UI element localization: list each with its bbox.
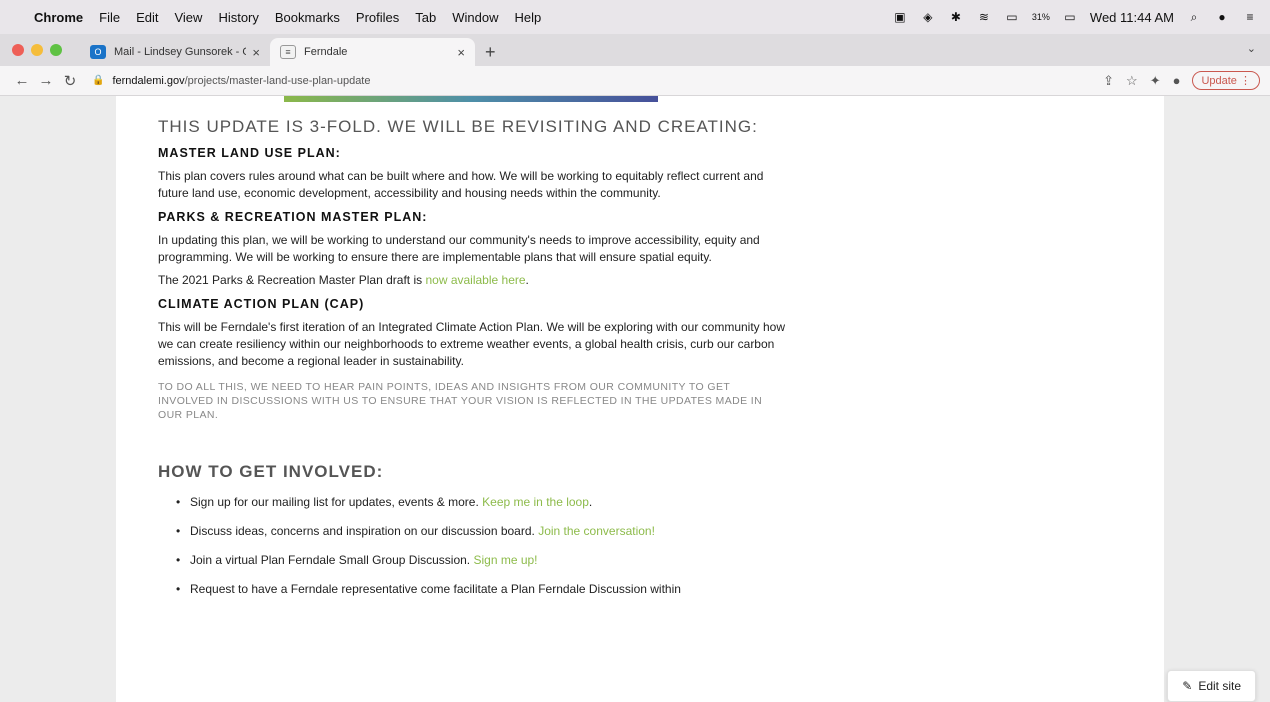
browser-toolbar: ← → ↻ 🔒 ferndalemi.gov /projects/master-…: [0, 66, 1270, 96]
edit-site-label: Edit site: [1198, 679, 1241, 693]
menu-tab[interactable]: Tab: [415, 10, 436, 25]
clock[interactable]: Wed 11:44 AM: [1090, 10, 1174, 25]
pencil-icon: ✎: [1182, 679, 1193, 693]
small-group-link[interactable]: Sign me up!: [473, 553, 537, 567]
gradient-banner: [284, 96, 658, 102]
list-item-text: Sign up for our mailing list for updates…: [190, 495, 483, 509]
reload-button[interactable]: ↻: [58, 72, 82, 90]
bookmark-star-icon[interactable]: ☆: [1126, 73, 1138, 89]
minimize-window-button[interactable]: [31, 44, 43, 56]
menu-profiles[interactable]: Profiles: [356, 10, 399, 25]
parks-draft-end: .: [525, 273, 529, 287]
zoom-window-button[interactable]: [50, 44, 62, 56]
list-item: Sign up for our mailing list for updates…: [176, 494, 788, 511]
update-button[interactable]: Update ⋮: [1192, 71, 1260, 90]
app-status-icon[interactable]: ▣: [892, 10, 908, 24]
menu-help[interactable]: Help: [515, 10, 542, 25]
tab-title: Mail - Lindsey Gunsorek - Outl: [114, 46, 246, 58]
airplay-icon[interactable]: ▭: [1004, 10, 1020, 24]
profile-icon[interactable]: ●: [1173, 73, 1181, 88]
siri-icon[interactable]: ●: [1214, 10, 1230, 24]
extensions-icon[interactable]: ✦: [1150, 73, 1161, 89]
list-item-end: .: [588, 495, 593, 509]
list-item: Join a virtual Plan Ferndale Small Group…: [176, 552, 788, 569]
tab-strip: O Mail - Lindsey Gunsorek - Outl × ≡ Fer…: [0, 34, 1270, 66]
close-tab-icon[interactable]: ×: [252, 45, 260, 60]
tab-title: Ferndale: [304, 46, 348, 58]
toolbar-actions: ⇪ ☆ ✦ ● Update ⋮: [1103, 71, 1260, 90]
wifi-icon[interactable]: ≋: [976, 10, 992, 24]
list-item-text: Request to have a Ferndale representativ…: [190, 582, 681, 596]
discussion-board-link[interactable]: Join the conversation!: [538, 524, 655, 538]
community-callout: TO DO ALL THIS, WE NEED TO HEAR PAIN POI…: [158, 381, 763, 421]
menu-view[interactable]: View: [174, 10, 202, 25]
bluetooth-icon[interactable]: ✱: [948, 10, 964, 24]
parks-plan-text: In updating this plan, we will be workin…: [158, 233, 760, 264]
menu-edit[interactable]: Edit: [136, 10, 158, 25]
url-host: ferndalemi.gov: [112, 74, 185, 87]
new-tab-button[interactable]: +: [475, 38, 506, 66]
wheel-icon[interactable]: ◈: [920, 10, 936, 24]
status-area: ▣ ◈ ✱ ≋ ▭ 31% ▭ Wed 11:44 AM ⌕ ● ≡: [892, 10, 1258, 25]
control-center-icon[interactable]: ≡: [1242, 10, 1258, 24]
parks-plan-title: PARKS & RECREATION MASTER PLAN:: [158, 210, 428, 224]
page-viewport[interactable]: THIS UPDATE IS 3-FOLD. WE WILL BE REVISI…: [0, 96, 1270, 702]
get-involved-heading: HOW TO GET INVOLVED:: [158, 462, 384, 481]
back-button[interactable]: ←: [10, 72, 34, 89]
menu-file[interactable]: File: [99, 10, 120, 25]
close-window-button[interactable]: [12, 44, 24, 56]
land-use-plan-title: MASTER LAND USE PLAN:: [158, 146, 341, 160]
list-item-text: Discuss ideas, concerns and inspiration …: [190, 524, 539, 538]
address-bar[interactable]: 🔒 ferndalemi.gov /projects/master-land-u…: [92, 75, 1093, 87]
edit-site-button[interactable]: ✎ Edit site: [1167, 670, 1256, 702]
battery-icon[interactable]: ▭: [1062, 10, 1078, 24]
menu-bookmarks[interactable]: Bookmarks: [275, 10, 340, 25]
window-controls: [12, 34, 62, 66]
lock-icon[interactable]: 🔒: [92, 75, 104, 86]
menu-window[interactable]: Window: [452, 10, 498, 25]
share-icon[interactable]: ⇪: [1103, 73, 1114, 89]
outlook-icon: O: [90, 45, 106, 59]
ferndale-favicon-icon: ≡: [280, 45, 296, 59]
tab-search-chevron-icon[interactable]: ⌄: [1247, 42, 1256, 55]
close-tab-icon[interactable]: ×: [457, 45, 465, 60]
forward-button[interactable]: →: [34, 72, 58, 89]
parks-draft-text: The 2021 Parks & Recreation Master Plan …: [158, 273, 426, 287]
parks-draft-line: The 2021 Parks & Recreation Master Plan …: [158, 272, 788, 289]
menu-history[interactable]: History: [218, 10, 258, 25]
section-heading: THIS UPDATE IS 3-FOLD. WE WILL BE REVISI…: [158, 117, 758, 136]
update-label: Update: [1201, 75, 1237, 87]
parks-draft-link[interactable]: now available here: [425, 273, 525, 287]
climate-plan-title: CLIMATE ACTION PLAN (CAP): [158, 297, 365, 311]
list-item: Discuss ideas, concerns and inspiration …: [176, 523, 788, 540]
url-path: /projects/master-land-use-plan-update: [184, 74, 371, 87]
mailing-list-link[interactable]: Keep me in the loop: [482, 495, 589, 509]
page-content: THIS UPDATE IS 3-FOLD. WE WILL BE REVISI…: [116, 96, 1164, 702]
tab-mail[interactable]: O Mail - Lindsey Gunsorek - Outl ×: [80, 38, 270, 66]
list-item: Request to have a Ferndale representativ…: [176, 581, 788, 598]
list-item-text: Join a virtual Plan Ferndale Small Group…: [190, 553, 474, 567]
involvement-list: Sign up for our mailing list for updates…: [158, 494, 788, 598]
main-article: THIS UPDATE IS 3-FOLD. WE WILL BE REVISI…: [158, 116, 788, 610]
climate-plan-text: This will be Ferndale's first iteration …: [158, 320, 786, 368]
menu-app-name[interactable]: Chrome: [34, 10, 83, 25]
tab-ferndale[interactable]: ≡ Ferndale ×: [270, 38, 475, 66]
search-icon[interactable]: ⌕: [1186, 10, 1202, 24]
land-use-plan-text: This plan covers rules around what can b…: [158, 169, 764, 200]
battery-percent: 31%: [1031, 12, 1050, 22]
macos-menubar: Chrome File Edit View History Bookmarks …: [0, 0, 1270, 34]
